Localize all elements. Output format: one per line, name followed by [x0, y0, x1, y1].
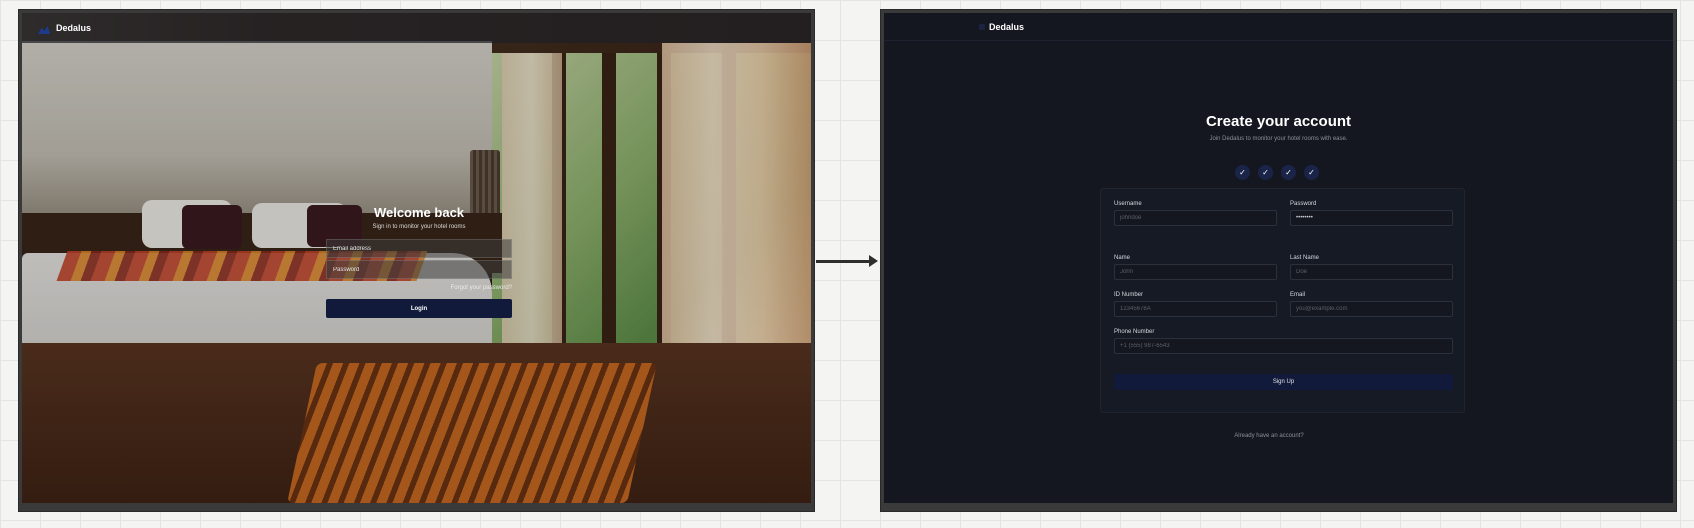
dedalus-logo-icon [38, 22, 50, 34]
username-field: Username [1114, 201, 1277, 226]
signup-top-bar: Dedalus [884, 13, 1673, 41]
id-number-input[interactable] [1114, 301, 1277, 317]
dedalus-logo-icon [979, 23, 985, 30]
step-indicator: ✓ ✓ ✓ ✓ [1235, 165, 1319, 180]
email-input[interactable] [326, 239, 512, 258]
id-number-label: ID Number [1114, 292, 1144, 298]
name-input[interactable] [1114, 264, 1277, 280]
arrow-head-icon [869, 255, 878, 267]
email-label: Email [1290, 292, 1306, 298]
page-subtitle: Join Dedalus to monitor your hotel rooms… [1209, 136, 1348, 142]
forgot-password-link[interactable]: Forgot your password? [326, 285, 512, 291]
last-name-label: Last Name [1290, 255, 1320, 261]
username-input[interactable] [1114, 210, 1277, 226]
email-input[interactable] [1290, 301, 1453, 317]
password-field: Password [1290, 201, 1453, 226]
step-check-icon: ✓ [1281, 165, 1296, 180]
password-input[interactable] [1290, 210, 1453, 226]
login-screen-frame: Dedalus Welcome back Sign in to monitor … [18, 9, 815, 512]
brand-name: Dedalus [56, 23, 92, 33]
password-input[interactable] [326, 260, 512, 279]
email-field: Email [1290, 292, 1453, 317]
signup-header: Create your account Join Dedalus to moni… [884, 113, 1673, 142]
password-label: Password [1290, 201, 1317, 207]
already-have-account-link[interactable]: Already have an account? [884, 433, 1654, 439]
flow-arrow [816, 255, 878, 267]
id-number-field: ID Number [1114, 292, 1277, 317]
login-title: Welcome back [373, 205, 465, 220]
step-check-icon: ✓ [1304, 165, 1319, 180]
login-screen: Dedalus Welcome back Sign in to monitor … [22, 13, 811, 503]
signup-screen-frame: Dedalus Create your account Join Dedalus… [880, 9, 1677, 512]
phone-number-field: Phone Number [1114, 329, 1453, 354]
last-name-field: Last Name [1290, 255, 1453, 280]
phone-number-label: Phone Number [1114, 329, 1155, 335]
brand-name: Dedalus [989, 21, 1025, 32]
username-label: Username [1114, 201, 1142, 207]
step-check-icon: ✓ [1235, 165, 1250, 180]
login-button[interactable]: Login [326, 299, 512, 318]
phone-number-input[interactable] [1114, 338, 1453, 354]
login-subtitle: Sign in to monitor your hotel rooms [372, 224, 466, 230]
page-title: Create your account [1205, 113, 1352, 130]
name-label: Name [1114, 255, 1131, 261]
login-form: Welcome back Sign in to monitor your hot… [326, 205, 512, 318]
signup-screen: Dedalus Create your account Join Dedalus… [884, 13, 1673, 503]
login-top-bar: Dedalus [22, 13, 811, 43]
signup-form-card: Username Password Name Last Name ID Numb… [1100, 188, 1465, 413]
step-check-icon: ✓ [1258, 165, 1273, 180]
name-field: Name [1114, 255, 1277, 280]
sign-up-button[interactable]: Sign Up [1114, 374, 1453, 390]
last-name-input[interactable] [1290, 264, 1453, 280]
